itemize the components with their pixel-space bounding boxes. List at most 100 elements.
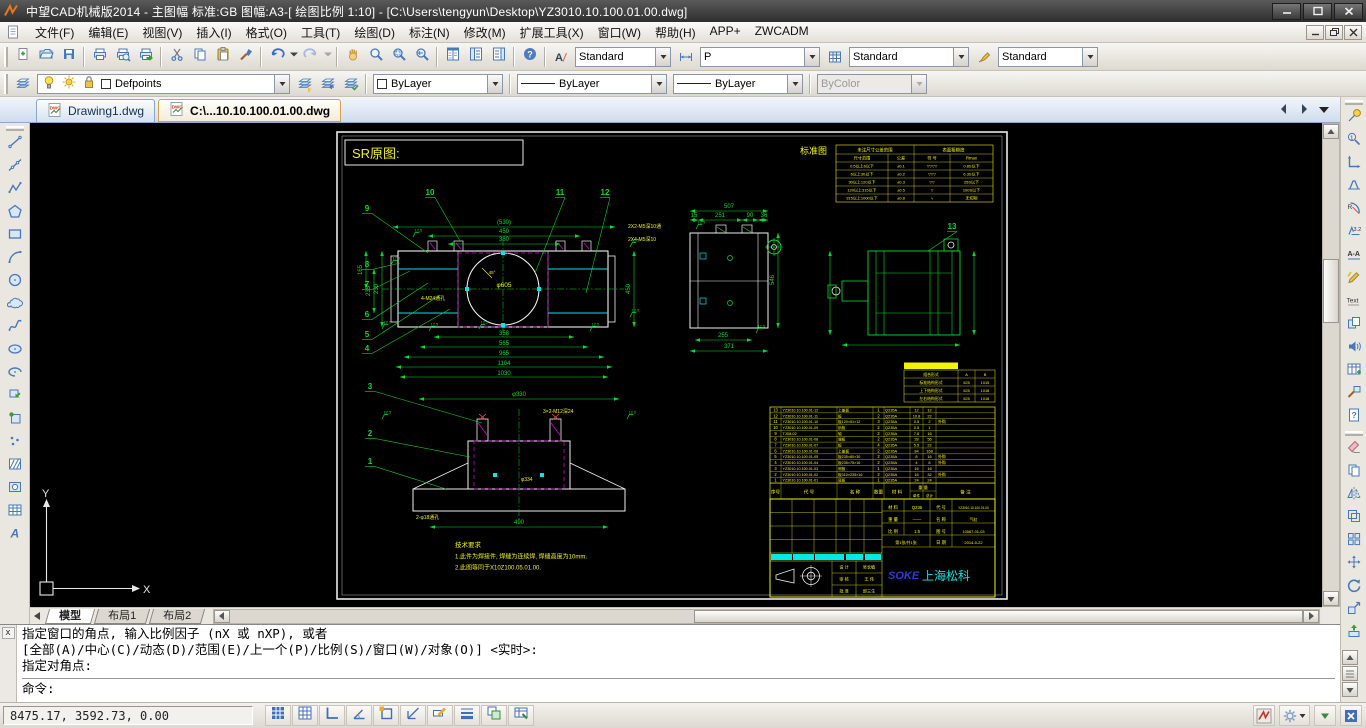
layer-previous-button[interactable] (316, 73, 339, 95)
menu-item-4[interactable]: 格式(O) (239, 22, 294, 43)
zoom-realtime-button[interactable] (364, 46, 387, 68)
pan-button[interactable] (341, 46, 364, 68)
layer-combo[interactable]: Defpoints (37, 74, 290, 94)
dropdown-arrow-button[interactable] (288, 46, 299, 68)
region-button[interactable] (3, 478, 27, 501)
maximize-button[interactable] (1303, 3, 1332, 20)
zwcad-logo-button[interactable] (1253, 705, 1275, 726)
menu-item-0[interactable]: 文件(F) (28, 22, 81, 43)
rotate-button[interactable] (1342, 576, 1366, 599)
document-minimize-button[interactable] (1306, 25, 1324, 40)
command-scrollbar[interactable] (1342, 650, 1362, 702)
tab-scroll-right-button[interactable] (1296, 101, 1312, 117)
table-style-button[interactable] (823, 46, 846, 68)
cut-button[interactable] (165, 46, 188, 68)
dynamic-input-toggle[interactable] (427, 705, 453, 726)
menu-item-11[interactable]: 帮助(H) (648, 22, 703, 43)
text-style-button[interactable]: A (549, 46, 572, 68)
properties-palette-button[interactable] (441, 46, 464, 68)
new-button[interactable] (11, 46, 34, 68)
design-center-button[interactable] (464, 46, 487, 68)
close-button[interactable] (1334, 3, 1363, 20)
document-close-button[interactable] (1344, 25, 1362, 40)
hatch-button[interactable] (3, 455, 27, 478)
plot-style-combo[interactable]: ByColor (817, 74, 927, 94)
copy-button[interactable] (188, 46, 211, 68)
fullscreen-button[interactable] (1340, 705, 1362, 726)
scroll-left-arrow[interactable] (214, 610, 230, 623)
ellipse-button[interactable] (3, 340, 27, 363)
menu-item-2[interactable]: 视图(V) (135, 22, 189, 43)
content-help-button[interactable]: ? (1342, 406, 1366, 429)
lineweight-control-combo[interactable]: ByLayer (673, 74, 803, 94)
table-style-combo[interactable]: Standard (849, 47, 969, 67)
color-control-combo[interactable]: ByLayer (373, 74, 503, 94)
command-prompt-line[interactable]: 命令: (22, 681, 1335, 697)
menu-item-1[interactable]: 编辑(E) (81, 22, 135, 43)
annotation-button[interactable] (1342, 337, 1366, 360)
format-painter-button[interactable] (234, 46, 257, 68)
tab-scroll-left-button[interactable] (1276, 101, 1292, 117)
arc-button[interactable] (3, 248, 27, 271)
menu-item-3[interactable]: 插入(I) (189, 22, 238, 43)
plot-preview-button[interactable] (111, 46, 134, 68)
ellipse-arc-button[interactable] (3, 363, 27, 386)
dimension-style-combo[interactable]: P (700, 47, 820, 67)
document-tab-1[interactable]: DWGC:\...10.10.100.01.00.dwg (158, 99, 341, 122)
plot-button[interactable] (88, 46, 111, 68)
layer-states-button[interactable] (339, 73, 362, 95)
polar-tracking-toggle[interactable] (346, 705, 372, 726)
offset-button[interactable] (1342, 507, 1366, 530)
text-style-combo[interactable]: Standard (575, 47, 671, 67)
toolbar-grip[interactable] (1345, 100, 1363, 105)
table-insert-button[interactable] (1342, 360, 1366, 383)
layer-properties-button[interactable] (11, 73, 34, 95)
settings-gear-button[interactable] (1279, 705, 1310, 726)
canvas-vertical-scrollbar[interactable] (1322, 123, 1340, 607)
scrollbar-thumb[interactable] (1323, 259, 1339, 323)
mleader-style-button[interactable] (972, 46, 995, 68)
open-button[interactable] (34, 46, 57, 68)
stretch-button[interactable] (1342, 622, 1366, 645)
command-close-button[interactable]: x (2, 627, 15, 639)
make-current-layer-button[interactable] (293, 73, 316, 95)
layout-tab-model[interactable]: 模型 (45, 609, 95, 624)
mleader-style-combo[interactable]: Standard (998, 47, 1098, 67)
geometric-tolerance-button[interactable] (1342, 176, 1366, 199)
toolbar-grip[interactable] (4, 74, 8, 94)
mtext-button[interactable]: A (3, 524, 27, 547)
circle-button[interactable] (3, 271, 27, 294)
scroll-down-arrow[interactable] (1323, 591, 1339, 606)
drawing-canvas[interactable]: Y X (530)4503803585659651104103023023516… (30, 123, 1322, 607)
smart-dimension-button[interactable]: 1 (1342, 130, 1366, 153)
move-button[interactable] (1342, 553, 1366, 576)
canvas-horizontal-scrollbar[interactable] (213, 609, 1320, 624)
table-button[interactable] (3, 501, 27, 524)
toolbar-grip[interactable] (4, 47, 8, 67)
scroll-up-arrow[interactable] (1323, 124, 1339, 139)
copy-button[interactable] (1342, 461, 1366, 484)
help-button[interactable]: ? (518, 46, 541, 68)
polygon-button[interactable] (3, 202, 27, 225)
dimension-style-button[interactable] (674, 46, 697, 68)
layout-tab-layout2[interactable]: 布局2 (149, 609, 205, 624)
tool-palettes-button[interactable] (487, 46, 510, 68)
ortho-toggle[interactable] (319, 705, 345, 726)
tab-list-button[interactable] (1316, 101, 1332, 117)
paste-button[interactable] (211, 46, 234, 68)
insert-block-button[interactable] (3, 386, 27, 409)
scale-button[interactable] (1342, 599, 1366, 622)
dropdown-arrow-button[interactable] (322, 46, 333, 68)
menu-item-12[interactable]: APP+ (703, 22, 748, 43)
workspace-switch-button[interactable] (1314, 705, 1336, 726)
block-editor-button[interactable] (1342, 314, 1366, 337)
ordinate-dimension-button[interactable] (1342, 153, 1366, 176)
publish-button[interactable] (134, 46, 157, 68)
balloon-button[interactable] (1342, 107, 1366, 130)
linetype-control-combo[interactable]: ByLayer (517, 74, 667, 94)
minimize-button[interactable] (1272, 3, 1301, 20)
match-properties-button[interactable] (1342, 383, 1366, 406)
scroll-right-arrow[interactable] (1303, 610, 1319, 623)
layout-tab-layout1[interactable]: 布局1 (94, 609, 150, 624)
menu-item-13[interactable]: ZWCADM (748, 22, 816, 43)
